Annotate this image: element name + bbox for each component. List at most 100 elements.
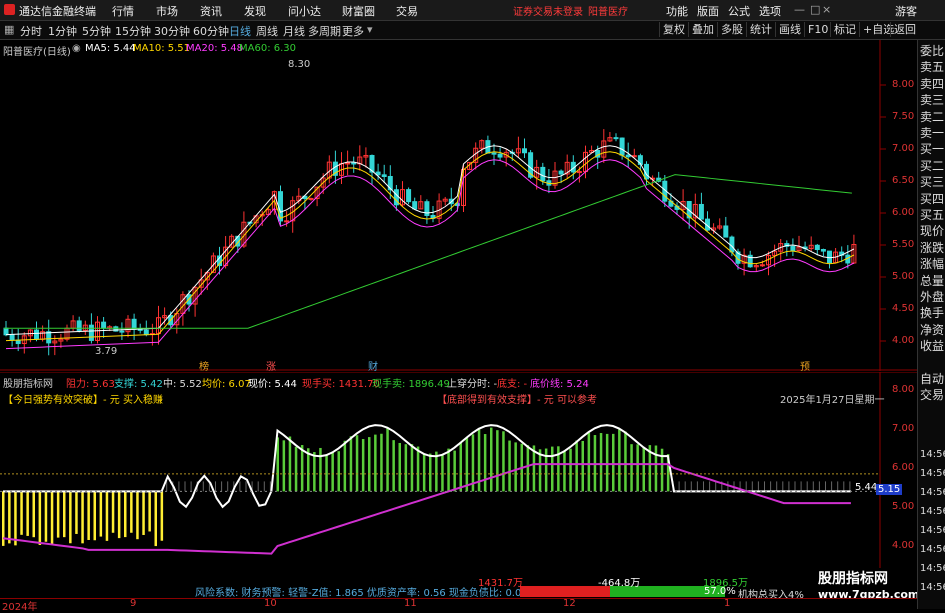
overlay-button[interactable]: 叠加 xyxy=(688,22,717,37)
guest-label[interactable]: 游客 xyxy=(895,3,917,19)
period-30min[interactable]: 30分钟 xyxy=(154,23,190,39)
minimize-icon[interactable]: — xyxy=(794,3,805,16)
marker-limit-up: 涨 xyxy=(266,362,276,373)
menu-quotes[interactable]: 行情 xyxy=(112,3,134,19)
price-badge: 5.15 xyxy=(876,484,903,495)
candle-body xyxy=(345,162,351,165)
period-60min[interactable]: 60分钟 xyxy=(193,23,229,39)
candle-body xyxy=(351,162,357,165)
side-panel-item[interactable]: 换手 xyxy=(920,306,945,320)
menu-layout[interactable]: 版面 xyxy=(697,3,719,19)
side-panel-item[interactable]: 买四 xyxy=(920,192,945,206)
green-bar xyxy=(374,434,377,492)
ma5-line xyxy=(5,145,855,336)
green-bar xyxy=(429,453,432,492)
indicator-axis-tick: 6.00 xyxy=(892,462,915,473)
candle-body xyxy=(88,324,94,341)
yellow-bar xyxy=(130,491,133,533)
green-bar xyxy=(490,427,493,492)
back-button[interactable]: 返回 xyxy=(890,22,919,37)
candle-body xyxy=(790,245,796,252)
price-axis-tick: 6.00 xyxy=(892,207,915,218)
side-panel-item[interactable]: 总量 xyxy=(920,274,945,288)
price-axis-tick: 4.00 xyxy=(892,335,915,346)
side-panel-item[interactable]: 收益 xyxy=(920,339,945,353)
side-panel-item[interactable]: 卖三 xyxy=(920,93,945,107)
login-warning[interactable]: 证券交易未登录 xyxy=(513,3,583,18)
time-axis: 2024年 9 10 11 12 1 xyxy=(0,598,917,613)
xaxis-sep: 9 xyxy=(130,598,137,609)
green-bar xyxy=(343,440,347,492)
grid-icon[interactable]: ▦ xyxy=(4,23,14,36)
period-multi[interactable]: 多周期 xyxy=(308,23,341,39)
marker-forecast: 预 xyxy=(800,362,810,373)
side-panel-item[interactable]: 卖五 xyxy=(920,60,945,74)
side-panel-item[interactable]: 现价 xyxy=(920,224,945,238)
chevron-down-icon[interactable]: ▾ xyxy=(367,23,373,36)
side-panel-item[interactable]: 卖二 xyxy=(920,110,945,124)
side-panel-item[interactable]: 委比 xyxy=(920,44,945,58)
marker-rank: 榜 xyxy=(199,362,209,373)
side-panel-item[interactable]: 买三 xyxy=(920,175,945,189)
candle-body xyxy=(522,148,527,154)
side-panel-item[interactable]: 净资 xyxy=(920,323,945,337)
period-more[interactable]: 更多 xyxy=(342,23,364,39)
green-bar xyxy=(575,440,578,492)
ma60-line xyxy=(4,174,852,329)
period-1min[interactable]: 1分钟 xyxy=(48,23,77,39)
yellow-bar xyxy=(44,491,48,542)
side-panel-item[interactable]: 买一 xyxy=(920,142,945,156)
yellow-bar xyxy=(14,491,17,546)
menu-discover[interactable]: 发现 xyxy=(244,3,266,19)
green-bar xyxy=(386,428,389,492)
kline-chart[interactable]: 阳普医疗(日线) ◉ MA5: 5.44 MA10: 5.51 MA20: 5.… xyxy=(0,40,917,373)
bar-mid-value: -464.8万 xyxy=(598,578,641,589)
side-panel-item[interactable]: 交易 xyxy=(920,388,945,402)
menu-function[interactable]: 功能 xyxy=(666,3,688,19)
side-panel-item[interactable]: 涨跌 xyxy=(920,241,945,255)
side-panel-item[interactable]: 涨幅 xyxy=(920,257,945,271)
draw-button[interactable]: 画线 xyxy=(775,22,804,37)
window-icon[interactable]: □ xyxy=(810,3,820,16)
green-bar xyxy=(563,450,566,492)
indicator-panel[interactable]: 股朋指标网 阻力: 5.63 支撑: 5.42 中: 5.52 均价: 6.07… xyxy=(0,372,919,601)
mark-button[interactable]: 标记 xyxy=(830,22,859,37)
side-panel-item[interactable]: 外盘 xyxy=(920,290,945,304)
side-panel-item[interactable]: 自动 xyxy=(920,372,945,386)
stats-button[interactable]: 统计 xyxy=(746,22,775,37)
side-panel-item[interactable]: 买二 xyxy=(920,159,945,173)
period-weekly[interactable]: 周线 xyxy=(256,23,278,39)
menu-market[interactable]: 市场 xyxy=(156,3,178,19)
candle-body xyxy=(406,189,412,203)
xaxis-nov: 11 xyxy=(404,598,417,609)
menu-news[interactable]: 资讯 xyxy=(200,3,222,19)
menu-formula[interactable]: 公式 xyxy=(728,3,750,19)
tick-time: 14:56 xyxy=(920,525,945,536)
settings-icon[interactable]: ◉ xyxy=(72,43,81,54)
menu-ask[interactable]: 问小达 xyxy=(288,3,321,19)
side-panel-item[interactable]: 卖一 xyxy=(920,126,945,140)
tip-left: 【今日强势有效突破】- 元 买入稳赚 xyxy=(3,395,163,406)
multi-stock-button[interactable]: 多股 xyxy=(717,22,746,37)
f10-button[interactable]: F10 xyxy=(804,22,831,37)
side-panel-item[interactable]: 卖四 xyxy=(920,77,945,91)
adjust-button[interactable]: 复权 xyxy=(659,22,688,37)
price-axis-tick: 7.00 xyxy=(892,143,915,154)
menu-options[interactable]: 选项 xyxy=(759,3,781,19)
green-bar xyxy=(392,440,395,492)
period-15min[interactable]: 15分钟 xyxy=(115,23,151,39)
green-bar xyxy=(319,447,322,492)
period-monthly[interactable]: 月线 xyxy=(283,23,305,39)
resist-label: 阻力: 5.63 xyxy=(66,379,115,390)
side-panel-item[interactable]: 买五 xyxy=(920,208,945,222)
period-daily[interactable]: 日线 xyxy=(229,23,251,39)
menu-trade[interactable]: 交易 xyxy=(396,3,418,19)
green-bar xyxy=(502,431,505,492)
ma20-label: MA20: 5.48 xyxy=(186,43,244,54)
period-tick[interactable]: 分时 xyxy=(20,23,42,39)
close-icon[interactable]: × xyxy=(822,3,831,16)
period-5min[interactable]: 5分钟 xyxy=(82,23,111,39)
menu-fortune[interactable]: 财富圈 xyxy=(342,3,375,19)
price-axis-tick: 5.50 xyxy=(892,239,915,250)
yellow-bar xyxy=(111,491,115,533)
